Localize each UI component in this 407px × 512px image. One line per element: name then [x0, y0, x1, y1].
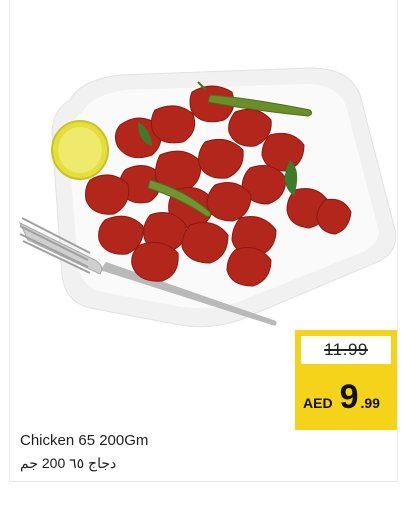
new-price: AED 9 .99 — [301, 380, 393, 420]
price-decimal: .99 — [360, 395, 380, 411]
product-image — [18, 67, 397, 328]
price-integer: 9 — [339, 378, 359, 416]
product-card[interactable]: 11.99 AED 9 .99 Chicken 65 200Gm دجاج ٦٥… — [9, 0, 398, 482]
old-price: 11.99 — [324, 340, 368, 359]
old-price-strip: 11.99 — [301, 336, 391, 364]
lemon-slice — [51, 120, 109, 180]
product-name-en: Chicken 65 200Gm — [20, 432, 149, 449]
price-badge: 11.99 AED 9 .99 — [295, 330, 397, 430]
product-name-ar: دجاج ٦٥ 200 جم — [20, 455, 117, 471]
currency-label: AED — [303, 395, 333, 411]
